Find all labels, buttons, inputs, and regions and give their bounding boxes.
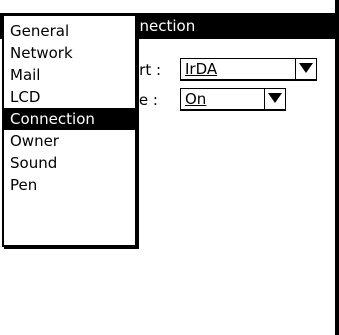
port-select-value: IrDA [185, 60, 218, 78]
port-select[interactable]: IrDA [180, 58, 317, 81]
menu-item-owner[interactable]: Owner [4, 130, 135, 152]
menu-item-network[interactable]: Network [4, 42, 135, 64]
menu-item-general[interactable]: General [4, 20, 135, 42]
device-screen: nnection ort : IrDA ve : On General Netw… [0, 0, 339, 335]
menu-item-pen[interactable]: Pen [4, 174, 135, 196]
menu-item-label: Connection [10, 110, 95, 128]
menu-item-label: General [10, 22, 70, 40]
menu-item-label: Mail [10, 66, 41, 84]
port-dropdown-button[interactable] [295, 59, 316, 79]
triangle-down-icon [268, 93, 282, 103]
active-dropdown-button[interactable] [264, 89, 285, 109]
active-select[interactable]: On [180, 88, 286, 111]
menu-item-label: Pen [10, 176, 38, 194]
menu-item-label: LCD [10, 88, 41, 106]
menu-item-label: Network [10, 44, 73, 62]
menu-item-lcd[interactable]: LCD [4, 86, 135, 108]
window-title: nnection [130, 17, 196, 35]
category-popup-menu: General Network Mail LCD Connection Owne… [2, 14, 137, 247]
menu-item-sound[interactable]: Sound [4, 152, 135, 174]
menu-item-label: Owner [10, 132, 59, 150]
menu-item-connection[interactable]: Connection [4, 108, 135, 130]
menu-item-mail[interactable]: Mail [4, 64, 135, 86]
triangle-down-icon [299, 63, 313, 73]
active-select-value: On [185, 90, 207, 108]
menu-item-label: Sound [10, 154, 58, 172]
